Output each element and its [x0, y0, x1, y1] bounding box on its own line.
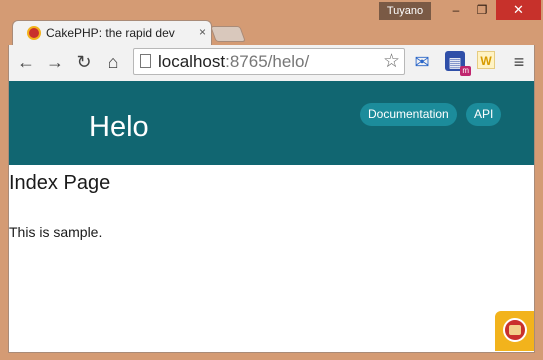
cake-logo-icon: [503, 318, 527, 342]
minimize-button[interactable]: –: [443, 0, 469, 20]
back-button[interactable]: ←: [15, 51, 37, 73]
reload-button[interactable]: ↻: [73, 51, 95, 73]
new-tab-button[interactable]: [210, 26, 246, 42]
forward-button[interactable]: →: [44, 51, 66, 73]
cakephp-debug-icon[interactable]: [495, 311, 534, 351]
tab-title: CakePHP: the rapid dev: [46, 26, 175, 40]
browser-window: Tuyano – ❐ ✕ CakePHP: the rapid dev × ← …: [0, 0, 543, 360]
site-header: Helo Documentation API: [9, 81, 534, 165]
maximize-button[interactable]: ❐: [469, 0, 495, 20]
calendar-badge: m: [460, 66, 471, 76]
browser-toolbar: ← → ↻ ⌂ localhost:8765/helo/ ☆ ✉ ▦ m W ≡: [8, 45, 535, 81]
bookmark-star-icon[interactable]: ☆: [383, 50, 400, 73]
page-viewport: Helo Documentation API Index Page This i…: [8, 81, 535, 353]
home-button[interactable]: ⌂: [102, 51, 124, 73]
calendar-extension-icon[interactable]: ▦ m: [445, 51, 471, 76]
site-title: Helo: [89, 111, 149, 143]
url-text[interactable]: localhost:8765/helo/: [158, 52, 309, 72]
close-window-button[interactable]: ✕: [496, 0, 541, 20]
user-badge[interactable]: Tuyano: [379, 2, 431, 20]
cakephp-favicon-icon: [27, 26, 41, 40]
chrome-menu-icon[interactable]: ≡: [511, 51, 527, 73]
browser-tab[interactable]: CakePHP: the rapid dev ×: [12, 20, 212, 46]
api-link[interactable]: API: [466, 103, 502, 126]
url-host: localhost: [158, 52, 226, 71]
w-extension-icon[interactable]: W: [477, 51, 495, 69]
page-body-text: This is sample.: [9, 224, 103, 240]
mail-extension-icon[interactable]: ✉: [411, 51, 433, 73]
tab-close-icon[interactable]: ×: [199, 25, 206, 39]
page-icon: [140, 54, 151, 68]
page-heading: Index Page: [9, 172, 111, 194]
url-path: :8765/helo/: [225, 52, 310, 71]
documentation-link[interactable]: Documentation: [360, 103, 457, 126]
address-bar[interactable]: localhost:8765/helo/ ☆: [133, 48, 405, 75]
